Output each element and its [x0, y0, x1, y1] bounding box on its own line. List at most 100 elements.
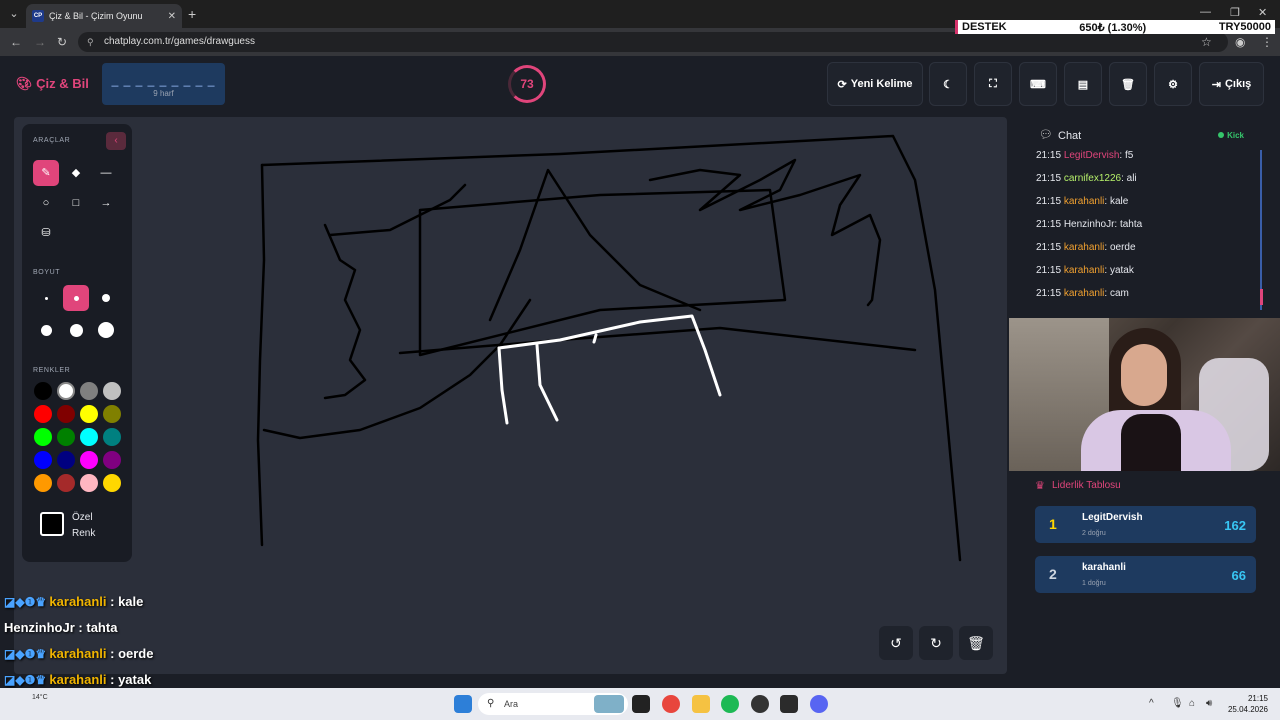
new-tab-icon[interactable]: + — [188, 6, 196, 22]
overlay-chat-text: : yatak — [110, 672, 152, 687]
custom-color-button[interactable]: Özel Renk — [34, 506, 120, 548]
url-input[interactable]: ⚲ chatplay.com.tr/games/drawguess — [78, 32, 1228, 52]
size-1-button[interactable] — [33, 285, 59, 311]
chat-username[interactable]: HenzinhoJr — [1064, 219, 1115, 230]
start-icon[interactable] — [454, 695, 472, 713]
tab-list-chevron-icon[interactable]: ⌄ — [6, 6, 22, 22]
size-4-button[interactable] — [33, 317, 59, 343]
brand-logo[interactable]: 🎨︎ Çiz & Bil — [16, 76, 89, 92]
color-swatch[interactable] — [34, 405, 52, 423]
size-5-button[interactable] — [63, 317, 89, 343]
chat-scrollbar[interactable] — [1260, 150, 1262, 310]
bookmark-star-icon[interactable]: ☆ — [1201, 35, 1212, 49]
color-swatch[interactable] — [103, 405, 121, 423]
color-swatch[interactable] — [80, 382, 98, 400]
overlay-chat-text: : kale — [110, 594, 144, 609]
reload-icon[interactable]: ↻ — [57, 35, 67, 49]
site-info-icon[interactable]: ⚲ — [87, 32, 94, 52]
leaderboard-name: karahanli — [1082, 562, 1126, 573]
size-3-button[interactable] — [93, 285, 119, 311]
task-view-icon[interactable] — [632, 695, 650, 713]
tools-panel: ARAÇLAR ‹ ✎ ◆ — ○ □ → ⛁ BOYUT RENKLER Öz… — [22, 124, 132, 562]
exit-button[interactable]: ⇥ Çıkış — [1199, 62, 1264, 106]
chat-username[interactable]: LegitDervish — [1064, 150, 1120, 161]
color-swatch[interactable] — [80, 428, 98, 446]
chat-username[interactable]: karahanli — [1064, 288, 1105, 299]
rectangle-tool[interactable]: □ — [63, 190, 89, 216]
ticker-goal: TRY50000 — [1218, 21, 1271, 33]
undo-button[interactable]: ↺ — [879, 626, 913, 660]
color-swatch[interactable] — [103, 428, 121, 446]
browser-menu-icon[interactable]: ⋮ — [1261, 35, 1273, 49]
size-2-button[interactable] — [63, 285, 89, 311]
arrow-tool[interactable]: → — [93, 190, 119, 216]
chat-username[interactable]: karahanli — [1064, 196, 1105, 207]
color-swatch[interactable] — [57, 405, 75, 423]
delete-button[interactable]: 🗑︎ — [1109, 62, 1147, 106]
fullscreen-button[interactable]: ⛶ — [974, 62, 1012, 106]
minimize-icon[interactable]: — — [1200, 6, 1211, 18]
circle-tool[interactable]: ○ — [33, 190, 59, 216]
tray-chevron-icon[interactable]: ^ — [1149, 698, 1154, 709]
chat-username[interactable]: carnifex1226 — [1064, 173, 1121, 184]
tab-title: Çiz & Bil - Çizim Oyunu — [49, 11, 143, 21]
redo-button[interactable]: ↻ — [919, 626, 953, 660]
keyboard-button[interactable]: ⌨ — [1019, 62, 1057, 106]
keyboard-icon: ⌨ — [1030, 78, 1046, 91]
chat-text: : tahta — [1114, 219, 1143, 230]
file-explorer-icon[interactable] — [692, 695, 710, 713]
color-swatch[interactable] — [57, 474, 75, 492]
network-icon[interactable]: ⌂ — [1189, 698, 1195, 709]
chat-message: 21:15 karahanli: oerde — [1036, 242, 1136, 253]
size-6-button[interactable] — [93, 317, 119, 343]
color-swatch[interactable] — [34, 451, 52, 469]
archive-button[interactable]: ▤ — [1064, 62, 1102, 106]
obs-icon[interactable] — [751, 695, 769, 713]
color-swatch[interactable] — [103, 382, 121, 400]
microphone-icon[interactable]: 🎙︎ — [1171, 698, 1184, 709]
color-swatch[interactable] — [103, 474, 121, 492]
chat-scrollbar-thumb[interactable] — [1260, 289, 1263, 305]
color-swatch[interactable] — [34, 474, 52, 492]
color-swatch[interactable] — [57, 382, 75, 400]
new-word-button[interactable]: ⟳ Yeni Kelime — [827, 62, 923, 106]
settings-button[interactable]: ⚙ — [1154, 62, 1192, 106]
close-window-icon[interactable]: ✕ — [1258, 6, 1267, 19]
terminal-icon[interactable] — [780, 695, 798, 713]
volume-icon[interactable]: 🔊︎ — [1206, 698, 1212, 709]
brush-tool[interactable]: ✎ — [33, 160, 59, 186]
drawing-canvas[interactable] — [14, 117, 1007, 674]
dark-mode-button[interactable]: ☾ — [929, 62, 967, 106]
restore-icon[interactable]: ❐ — [1230, 6, 1240, 19]
color-swatch[interactable] — [103, 451, 121, 469]
system-clock[interactable]: 21:15 25.04.2026 — [1228, 693, 1268, 715]
color-swatch[interactable] — [34, 382, 52, 400]
chat-message: 21:15 LegitDervish: f5 — [1036, 150, 1133, 161]
forward-icon[interactable]: → — [34, 35, 46, 49]
color-swatch[interactable] — [80, 405, 98, 423]
chat-header: 💬︎ Chat Kick — [1028, 119, 1268, 149]
chat-username[interactable]: karahanli — [1064, 265, 1105, 276]
discord-icon[interactable] — [810, 695, 828, 713]
color-swatch[interactable] — [80, 474, 98, 492]
chrome-icon[interactable] — [662, 695, 680, 713]
back-icon[interactable]: ← — [10, 35, 22, 49]
collapse-panel-button[interactable]: ‹ — [106, 132, 126, 150]
spotify-icon[interactable] — [721, 695, 739, 713]
color-swatch[interactable] — [57, 428, 75, 446]
profile-icon[interactable]: ◉ — [1235, 35, 1245, 49]
ticker-value: 650₺ (1.30%) — [1079, 21, 1147, 34]
color-swatch[interactable] — [57, 451, 75, 469]
clear-canvas-button[interactable]: 🗑︎ — [959, 626, 993, 660]
close-tab-icon[interactable]: ✕ — [168, 11, 176, 22]
round-timer: 73 — [508, 65, 546, 103]
webcam-person-shirt — [1121, 414, 1181, 471]
line-tool[interactable]: — — [93, 160, 119, 186]
browser-tab-active[interactable]: CP Çiz & Bil - Çizim Oyunu ✕ — [26, 4, 182, 28]
moon-icon: ☾ — [943, 78, 953, 91]
color-swatch[interactable] — [80, 451, 98, 469]
color-swatch[interactable] — [34, 428, 52, 446]
chat-username[interactable]: karahanli — [1064, 242, 1105, 253]
eraser-tool[interactable]: ◆ — [63, 160, 89, 186]
fill-tool[interactable]: ⛁ — [33, 220, 59, 246]
